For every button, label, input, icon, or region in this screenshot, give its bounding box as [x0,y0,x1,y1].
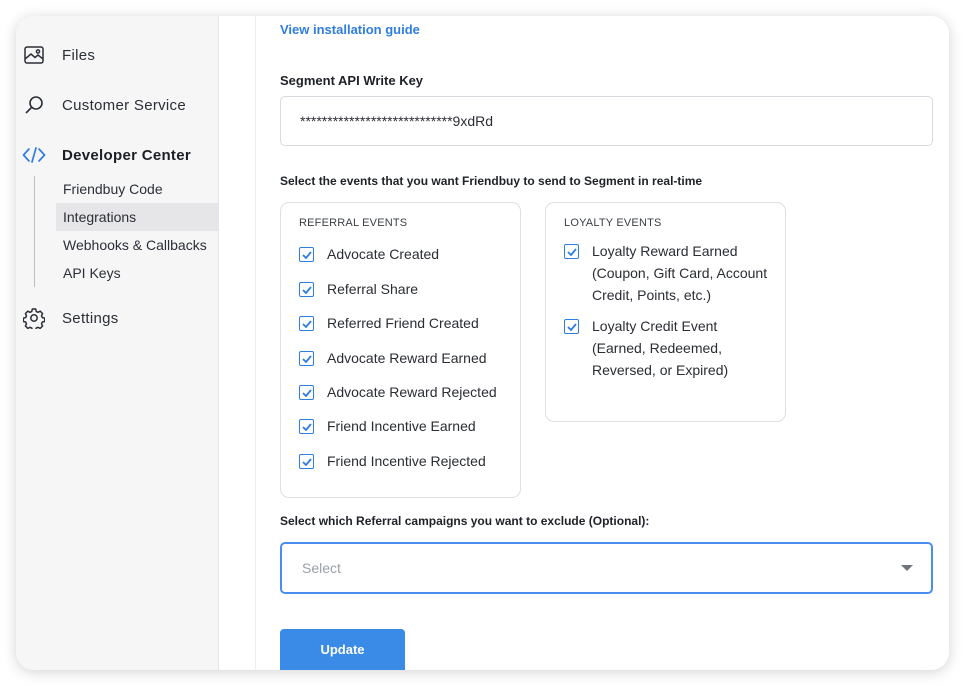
event-label: Friend Incentive Rejected [327,453,486,469]
checkmark-icon[interactable] [564,244,579,259]
event-checkbox-advocate-reward-rejected[interactable]: Advocate Reward Rejected [299,384,497,400]
checkmark-icon[interactable] [299,316,314,331]
image-icon [22,43,46,67]
submenu-divider [34,176,35,287]
loyalty-events-box: LOYALTY EVENTS Loyalty Reward Earned (Co… [545,202,786,422]
event-label: Referral Share [327,281,419,297]
referral-events-title: REFERRAL EVENTS [299,217,408,229]
sidebar-subitem-friendbuy-code[interactable]: Friendbuy Code [56,175,218,203]
code-icon [22,143,46,167]
checkmark-icon[interactable] [299,351,314,366]
sidebar-item-developer-center[interactable]: Developer Center [16,141,218,169]
event-checkbox-referral-share[interactable]: Referral Share [299,281,418,297]
event-label: Friend Incentive Earned [327,418,476,434]
segment-api-key-field[interactable]: ****************************9xdRd [280,96,933,146]
event-label: Referred Friend Created [327,315,479,331]
update-button[interactable]: Update [280,629,405,670]
sidebar-item-label: Settings [62,309,119,327]
sidebar-item-label: Customer Service [62,96,187,114]
sidebar-subitem-api-keys[interactable]: API Keys [56,259,218,287]
sidebar-item-files[interactable]: Files [16,41,218,69]
event-label: Advocate Created [327,246,440,262]
sidebar-item-customer-service[interactable]: Customer Service [16,91,218,119]
app-window: Files Customer Service Developer Center [16,16,949,670]
content-divider [255,16,256,670]
checkmark-icon[interactable] [299,385,314,400]
checkmark-icon[interactable] [299,419,314,434]
api-key-value: ****************************9xdRd [300,113,494,129]
exclude-campaigns-select[interactable]: Select [280,542,933,594]
sidebar-subitem-label: Integrations [63,209,137,225]
search-icon [22,93,46,117]
exclude-campaigns-label: Select which Referral campaigns you want… [280,514,650,528]
sidebar: Files Customer Service Developer Center [16,16,218,670]
gear-icon [22,306,46,330]
sidebar-item-settings[interactable]: Settings [16,304,218,332]
event-checkbox-friend-incentive-rejected[interactable]: Friend Incentive Rejected [299,453,486,469]
sidebar-subitem-integrations[interactable]: Integrations [56,203,218,231]
event-label: Loyalty Reward Earned (Coupon, Gift Card… [592,243,768,303]
loyalty-events-title: LOYALTY EVENTS [564,217,662,229]
select-placeholder: Select [302,560,341,576]
event-checkbox-friend-incentive-earned[interactable]: Friend Incentive Earned [299,418,476,434]
integration-settings-panel: View installation guide Segment API Writ… [218,16,949,670]
events-prompt: Select the events that you want Friendbu… [280,174,703,188]
sidebar-subitem-webhooks-callbacks[interactable]: Webhooks & Callbacks [56,231,218,259]
checkmark-icon[interactable] [564,319,579,334]
sidebar-subitem-label: Webhooks & Callbacks [63,237,207,253]
view-installation-guide-link[interactable]: View installation guide [280,22,420,37]
event-label: Loyalty Credit Event (Earned, Redeemed, … [592,318,729,378]
sidebar-subitem-label: API Keys [63,265,121,281]
caret-down-icon [901,565,913,571]
api-key-label: Segment API Write Key [280,73,424,88]
event-checkbox-advocate-reward-earned[interactable]: Advocate Reward Earned [299,350,487,366]
event-checkbox-referred-friend-created[interactable]: Referred Friend Created [299,315,479,331]
checkmark-icon[interactable] [299,454,314,469]
sidebar-subitem-label: Friendbuy Code [63,181,163,197]
event-checkbox-loyalty-credit-event[interactable]: Loyalty Credit Event (Earned, Redeemed, … [564,318,776,381]
sidebar-item-label: Files [62,46,96,64]
event-checkbox-loyalty-reward-earned[interactable]: Loyalty Reward Earned (Coupon, Gift Card… [564,243,776,306]
event-checkbox-advocate-created[interactable]: Advocate Created [299,246,439,262]
sidebar-item-label: Developer Center [62,146,192,164]
event-label: Advocate Reward Earned [327,350,487,366]
checkmark-icon[interactable] [299,282,314,297]
event-label: Advocate Reward Rejected [327,384,497,400]
referral-events-box: REFERRAL EVENTS Advocate Created Referra… [280,202,521,498]
checkmark-icon[interactable] [299,247,314,262]
